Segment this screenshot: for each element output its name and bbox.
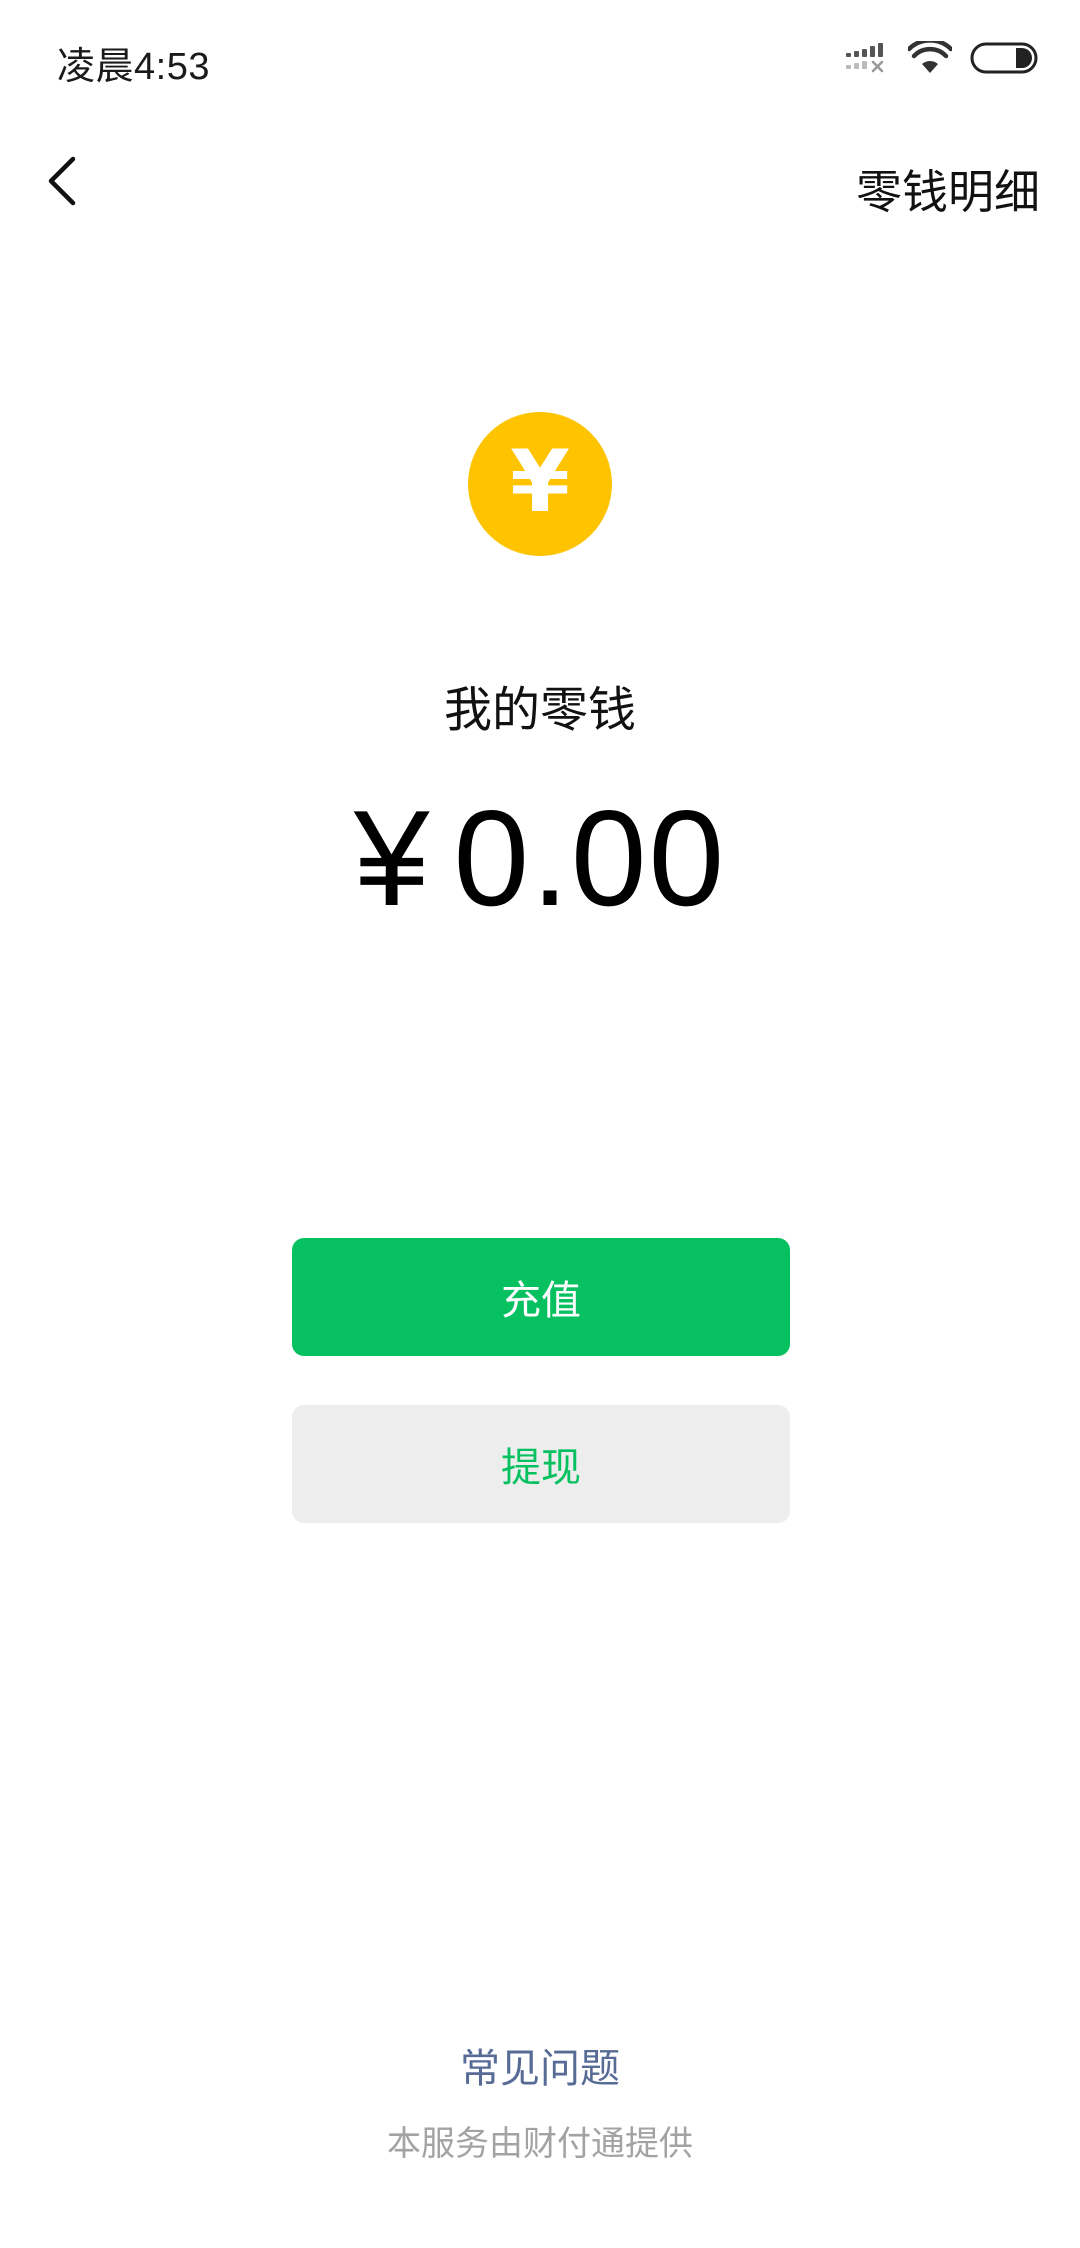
yen-coin-icon: ¥ xyxy=(468,412,612,556)
nav-bar: 零钱明细 xyxy=(0,120,1080,245)
withdraw-button[interactable]: 提现 xyxy=(292,1405,790,1523)
balance-amount: ¥0.00 xyxy=(0,780,1080,936)
battery-icon xyxy=(970,41,1040,75)
faq-link[interactable]: 常见问题 xyxy=(0,2036,1080,2094)
balance-details-link[interactable]: 零钱明细 xyxy=(856,156,1040,222)
recharge-button[interactable]: 充值 xyxy=(292,1238,790,1356)
balance-label: 我的零钱 xyxy=(443,684,636,737)
wifi-icon xyxy=(908,41,952,75)
signal-icon xyxy=(846,41,890,75)
back-button[interactable] xyxy=(28,148,98,218)
chevron-left-icon xyxy=(43,153,83,214)
status-time: 凌晨4:53 xyxy=(57,46,210,88)
provider-note: 本服务由财付通提供 xyxy=(387,2125,693,2163)
currency-symbol: ¥ xyxy=(353,782,432,934)
wallet-balance-screen: 凌晨4:53 零钱明细 ¥ 我的零钱 ¥ 0.00 充值 提现 常见问题 本服务… xyxy=(0,0,1080,2248)
status-icons xyxy=(846,38,1040,78)
status-bar: 凌晨4:53 xyxy=(0,0,1080,120)
coin-glyph: ¥ xyxy=(510,432,570,532)
balance-value: 0.00 xyxy=(453,782,727,934)
